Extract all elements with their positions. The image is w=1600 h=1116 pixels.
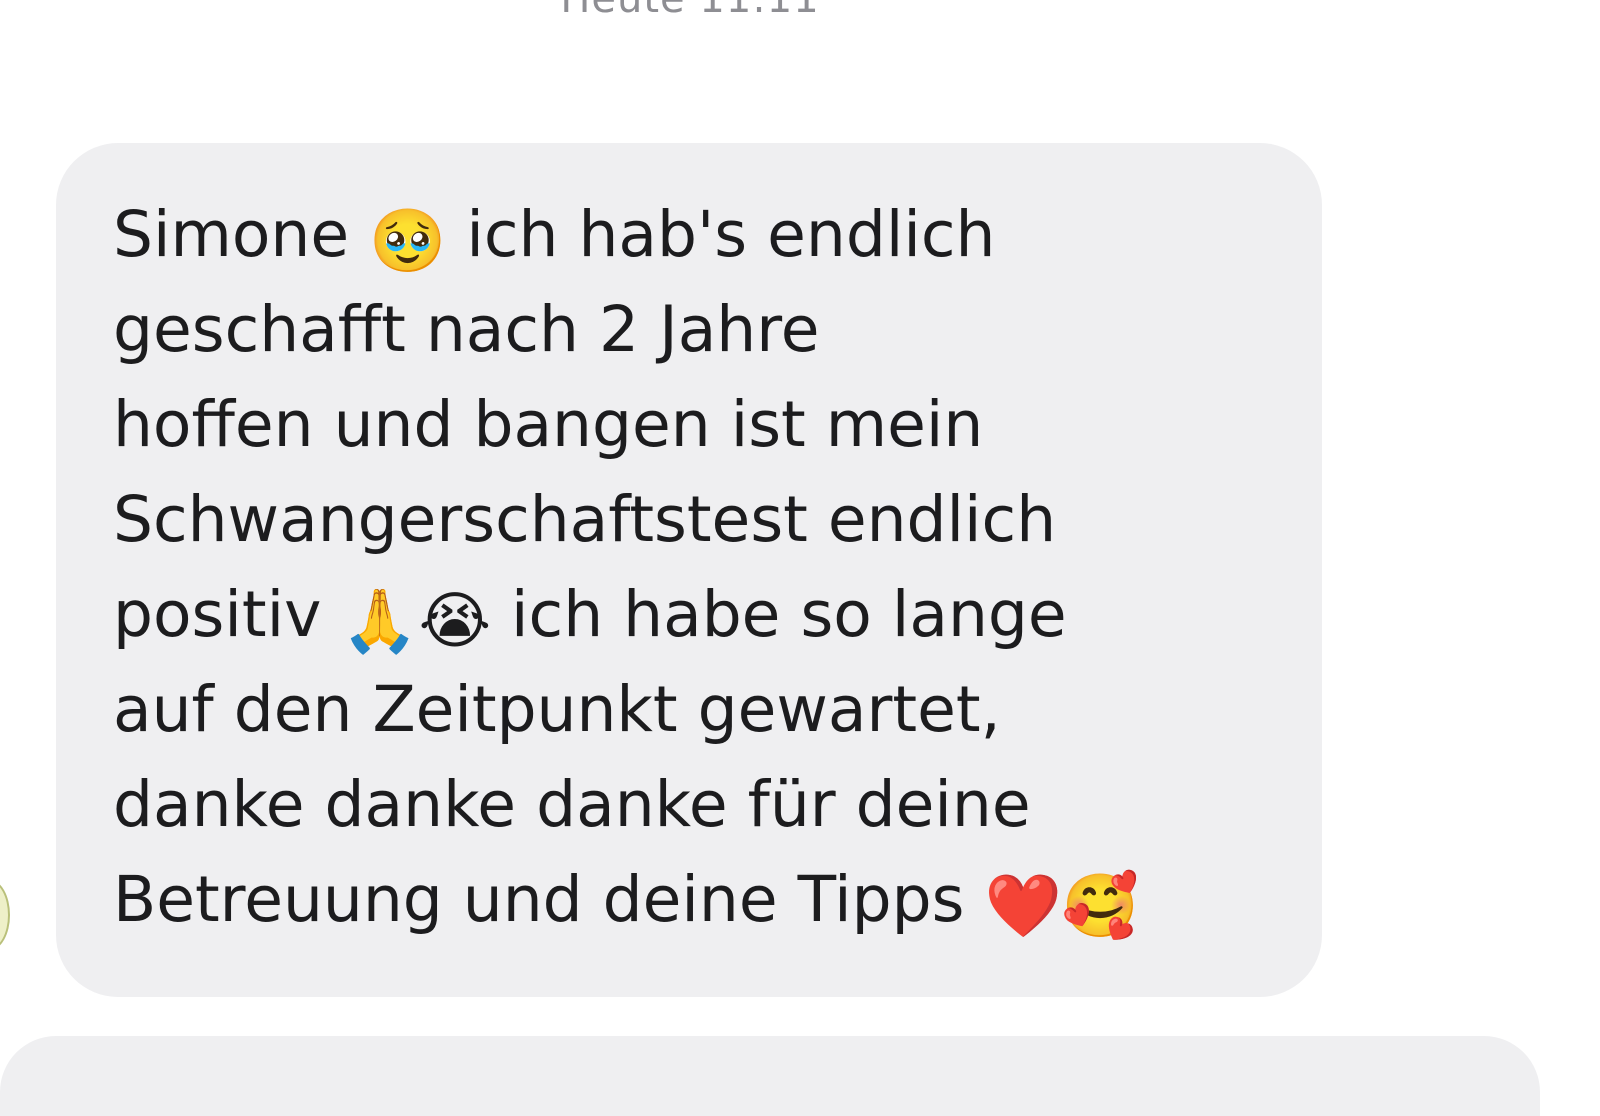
sender-avatar[interactable]	[0, 880, 10, 950]
red-heart-emoji: ❤️	[984, 869, 1062, 942]
folded-hands-emoji: 🙏	[341, 584, 419, 657]
message-line-5-end: ich habe so lange	[491, 578, 1067, 651]
message-bubble[interactable]: Simone 🥹 ich hab's endlich geschafft nac…	[56, 143, 1322, 997]
message-line-3: hoffen und bangen ist mein	[113, 388, 984, 461]
message-line-7: danke danke danke für deine	[113, 768, 1031, 841]
next-message-bubble[interactable]	[0, 1036, 1540, 1116]
message-line-8-start: Betreuung und deine Tipps	[113, 863, 985, 936]
message-line-1-end: ich hab's endlich	[446, 198, 996, 271]
message-line-5-start: positiv	[113, 578, 342, 651]
message-line-6: auf den Zeitpunkt gewartet,	[113, 673, 1001, 746]
crying-face-emoji: 😭	[418, 584, 492, 657]
message-line-1: Simone 🥹 ich hab's endlich	[113, 187, 1302, 282]
chat-timestamp: Heute 11:11	[0, 0, 1380, 22]
message-line-8: Betreuung und deine Tipps ❤️🥰	[113, 852, 1302, 947]
smiling-face-with-hearts-emoji: 🥰	[1061, 869, 1139, 942]
pleading-face-emoji: 🥹	[369, 204, 447, 277]
message-line-5: positiv 🙏😭 ich habe so lange	[113, 567, 1302, 662]
message-line-1-start: Simone	[113, 198, 370, 271]
message-line-2: geschafft nach 2 Jahre	[113, 293, 820, 366]
message-line-4: Schwangerschaftstest endlich	[113, 483, 1057, 556]
